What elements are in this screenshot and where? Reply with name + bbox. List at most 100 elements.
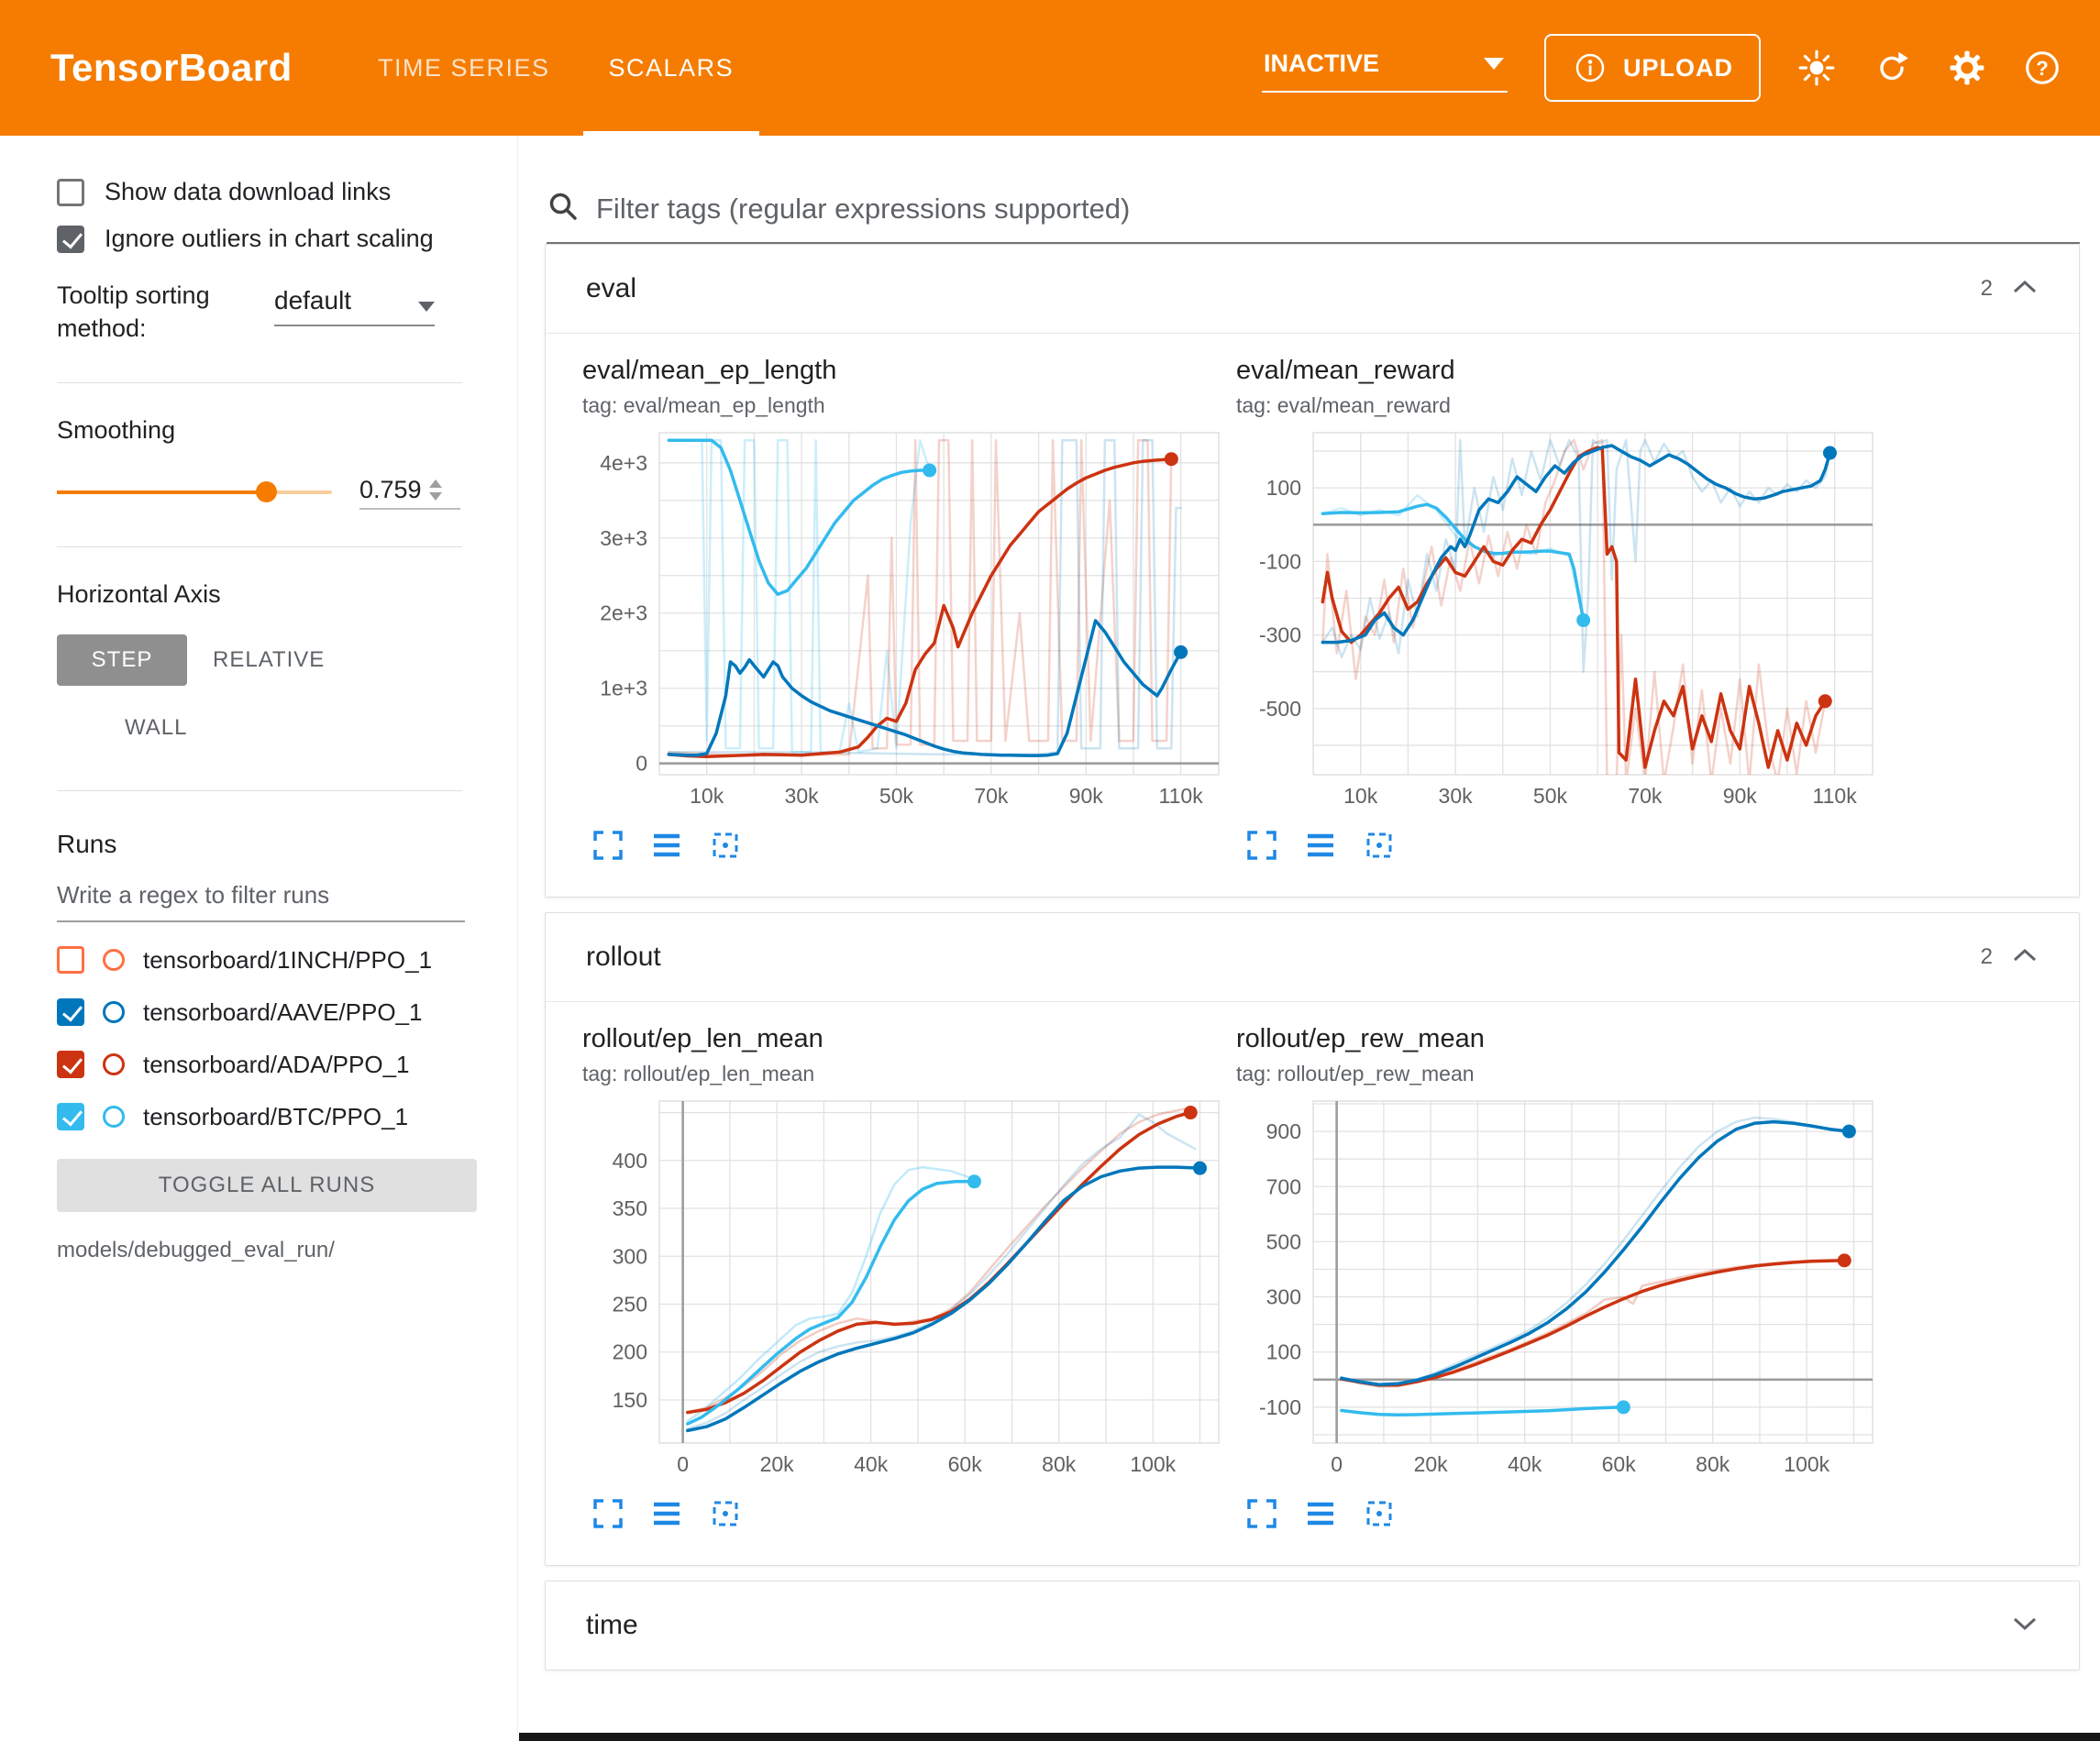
runs-selector-icon[interactable] [1304,829,1337,862]
chart-block-ep-rew-mean: rollout/ep_rew_mean tag: rollout/ep_rew_… [1236,1024,1883,1530]
svg-text:700: 700 [1266,1174,1301,1198]
axis-wall-button[interactable]: WALL [99,702,213,754]
svg-text:80k: 80k [1042,1452,1077,1476]
axis-step-button[interactable]: STEP [57,634,187,686]
ignore-outliers-label: Ignore outliers in chart scaling [105,225,434,253]
chevron-down-icon [418,302,435,312]
slider-fill [57,490,266,494]
expand-chart-icon[interactable] [591,829,624,862]
show-download-links-row[interactable]: Show data download links [57,178,517,206]
chevron-up-icon[interactable] [2011,947,2039,968]
run-checkbox[interactable] [57,946,84,974]
info-icon [1572,50,1608,86]
smoothing-stepper[interactable] [429,479,442,501]
runs-heading: Runs [57,830,517,859]
chevron-down-icon[interactable] [2011,1615,2039,1636]
chart-toolbar [1245,829,1883,862]
run-row-ada[interactable]: tensorboard/ADA/PPO_1 [57,1051,517,1079]
line-chart-mean-ep-length[interactable]: 10k30k50k70k90k110k01e+32e+33e+34e+3 [582,427,1224,820]
app-header: TensorBoard TIME SERIES SCALARS INACTIVE… [0,0,2100,136]
svg-text:110k: 110k [1159,784,1204,808]
run-checkbox[interactable] [57,998,84,1026]
run-row-aave[interactable]: tensorboard/AAVE/PPO_1 [57,998,517,1027]
slider-thumb[interactable] [256,481,277,502]
line-chart-ep-rew-mean[interactable]: 020k40k60k80k100k-100100300500700900 [1236,1096,1878,1488]
svg-text:80k: 80k [1696,1452,1730,1476]
chart-block-mean-ep-length: eval/mean_ep_length tag: eval/mean_ep_le… [582,356,1229,862]
run-color-swatch [103,1106,125,1128]
run-label: tensorboard/BTC/PPO_1 [143,1103,408,1131]
smoothing-slider[interactable] [57,490,332,494]
status-dropdown[interactable]: INACTIVE [1262,44,1508,93]
svg-text:150: 150 [613,1388,647,1412]
run-row-btc[interactable]: tensorboard/BTC/PPO_1 [57,1103,517,1131]
brightness-icon[interactable] [1797,49,1836,87]
section-body-eval: eval/mean_ep_length tag: eval/mean_ep_le… [546,333,2079,897]
tooltip-sorting-row: Tooltip sorting method: default [57,279,517,346]
step-down-icon[interactable] [429,492,442,501]
svg-text:60k: 60k [1602,1452,1637,1476]
section-title: time [586,1610,638,1641]
svg-text:10k: 10k [1343,784,1378,808]
line-chart-mean-reward[interactable]: 10k30k50k70k90k110k100-100-300-500 [1236,427,1878,820]
ignore-outliers-row[interactable]: Ignore outliers in chart scaling [57,225,517,253]
runs-selector-icon[interactable] [650,829,683,862]
fit-domain-icon[interactable] [709,829,742,862]
run-row-1inch[interactable]: tensorboard/1INCH/PPO_1 [57,946,517,975]
svg-text:30k: 30k [1439,784,1474,808]
help-icon[interactable]: ? [2023,49,2061,87]
svg-text:100k: 100k [1130,1452,1176,1476]
chevron-up-icon[interactable] [2011,279,2039,300]
toggle-all-runs-button[interactable]: TOGGLE ALL RUNS [57,1159,477,1212]
show-download-links-checkbox[interactable] [57,179,84,206]
run-color-swatch [103,949,125,971]
section-header-time[interactable]: time [546,1581,2079,1669]
fit-domain-icon[interactable] [709,1497,742,1530]
section-title: eval [586,273,636,304]
tooltip-sorting-dropdown[interactable]: default [274,286,435,326]
settings-gear-icon[interactable] [1948,49,1986,87]
section-header-eval[interactable]: eval 2 [546,245,2079,333]
tab-time-series[interactable]: TIME SERIES [348,0,580,136]
tab-scalars[interactable]: SCALARS [580,0,764,136]
chart-title: rollout/ep_rew_mean [1236,1024,1883,1054]
expand-chart-icon[interactable] [591,1497,624,1530]
runs-selector-icon[interactable] [1304,1497,1337,1530]
main-tabs: TIME SERIES SCALARS [348,0,763,136]
svg-text:100k: 100k [1784,1452,1829,1476]
section-header-rollout[interactable]: rollout 2 [546,913,2079,1001]
tooltip-sorting-label: Tooltip sorting method: [57,279,236,346]
runs-selector-icon[interactable] [650,1497,683,1530]
section-card-eval: eval 2 eval/mean_ep_length tag: eval/mea… [545,244,2080,898]
svg-text:50k: 50k [879,784,914,808]
chart-title: rollout/ep_len_mean [582,1024,1229,1054]
fit-domain-icon[interactable] [1363,829,1396,862]
runs-filter-input[interactable] [57,881,465,922]
expand-chart-icon[interactable] [1245,829,1278,862]
upload-button[interactable]: UPLOAD [1544,34,1761,102]
svg-text:20k: 20k [1414,1452,1449,1476]
chart-tag: tag: rollout/ep_rew_mean [1236,1062,1883,1086]
tag-filter-field[interactable] [547,190,2080,244]
line-chart-ep-len-mean[interactable]: 020k40k60k80k100k150200250300350400 [582,1096,1224,1488]
svg-text:-300: -300 [1259,623,1301,647]
svg-text:2e+3: 2e+3 [600,601,647,625]
svg-text:10k: 10k [690,784,724,808]
run-checkbox[interactable] [57,1103,84,1130]
show-download-links-label: Show data download links [105,178,391,206]
refresh-icon[interactable] [1873,49,1911,87]
svg-text:-100: -100 [1259,1395,1301,1419]
tag-filter-input[interactable] [596,193,2080,226]
ignore-outliers-checkbox[interactable] [57,226,84,253]
divider [57,382,462,383]
step-up-icon[interactable] [429,479,442,488]
svg-text:0: 0 [677,1452,689,1476]
axis-relative-button[interactable]: RELATIVE [187,634,350,686]
tensorboard-app: TensorBoard TIME SERIES SCALARS INACTIVE… [0,0,2100,1741]
smoothing-input[interactable] [359,476,429,504]
expand-chart-icon[interactable] [1245,1497,1278,1530]
fit-domain-icon[interactable] [1363,1497,1396,1530]
runs-directory-label: models/debugged_eval_run/ [57,1238,517,1263]
svg-text:60k: 60k [948,1452,983,1476]
run-checkbox[interactable] [57,1051,84,1078]
